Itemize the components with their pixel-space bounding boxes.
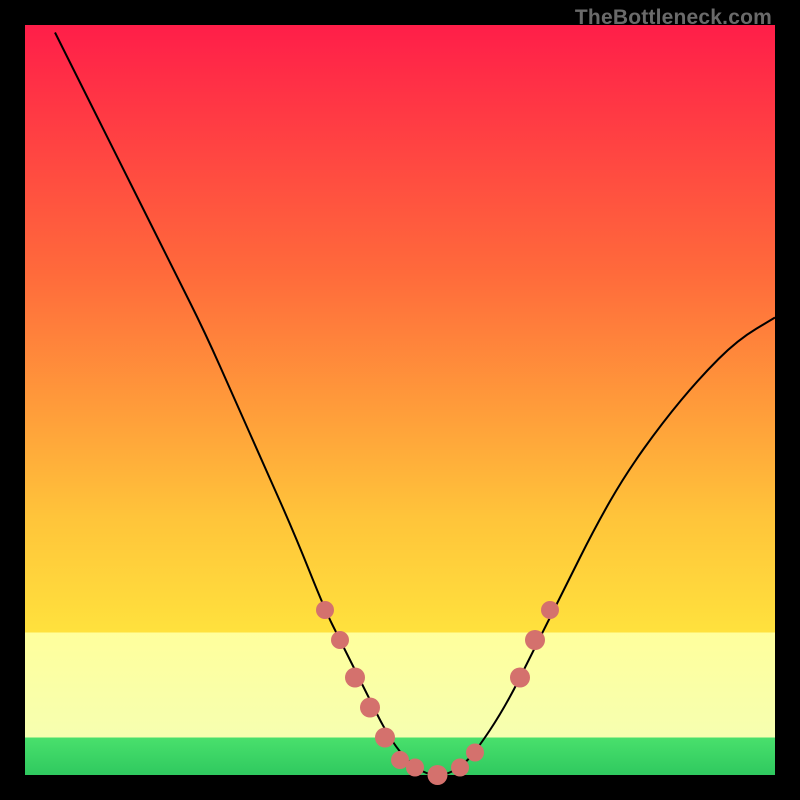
curve-marker — [375, 728, 395, 748]
curve-marker — [345, 668, 365, 688]
curve-marker — [451, 759, 469, 777]
curve-marker — [316, 601, 334, 619]
curve-layer — [25, 25, 775, 775]
curve-marker — [331, 631, 349, 649]
curve-marker — [466, 744, 484, 762]
watermark-text: TheBottleneck.com — [575, 6, 772, 30]
chart-frame: TheBottleneck.com — [0, 0, 800, 800]
curve-marker — [541, 601, 559, 619]
curve-marker — [360, 698, 380, 718]
curve-marker — [428, 765, 448, 785]
curve-marker — [525, 630, 545, 650]
curve-marker — [510, 668, 530, 688]
curve-marker — [406, 759, 424, 777]
bottleneck-curve — [55, 33, 775, 776]
